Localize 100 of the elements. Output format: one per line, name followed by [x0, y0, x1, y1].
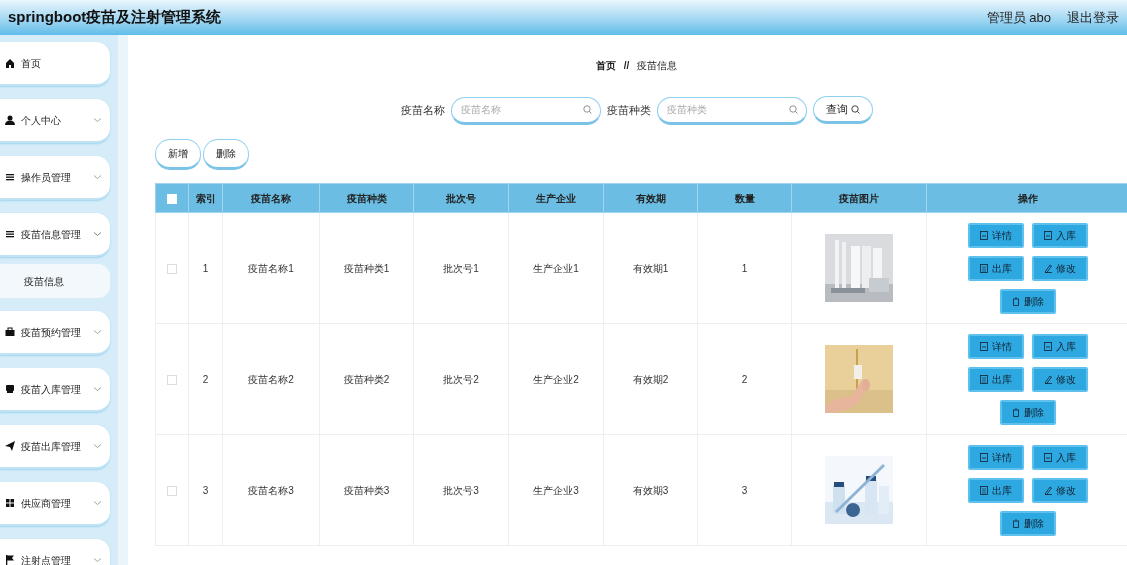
user-label: 管理员 abo — [986, 8, 1051, 27]
document-icon — [979, 230, 988, 240]
column-header: 有效期 — [603, 183, 698, 213]
column-header: 疫苗名称 — [222, 183, 320, 213]
trash-icon — [1011, 296, 1020, 306]
document-icon — [979, 374, 988, 384]
select-all-checkbox[interactable] — [167, 193, 177, 204]
action-button[interactable]: 入库 — [1031, 333, 1088, 359]
table-cell: 有效期2 — [632, 373, 669, 385]
field-label: 疫苗种类 — [606, 102, 651, 118]
toolbar-button[interactable]: 新增 — [155, 138, 201, 170]
table-cell: 批次号3 — [443, 484, 479, 496]
table-cell: 生产企业2 — [533, 373, 579, 385]
action-button[interactable]: 修改 — [1031, 477, 1088, 503]
action-button[interactable]: 删除 — [999, 399, 1056, 425]
search-icon — [850, 104, 860, 114]
row-checkbox[interactable] — [167, 485, 177, 496]
table-cell: 有效期1 — [632, 262, 669, 274]
menu-item[interactable]: 操作员管理 — [0, 156, 110, 200]
chevron-down-icon — [93, 174, 102, 180]
flag-icon — [5, 555, 15, 565]
action-button[interactable]: 出库 — [967, 255, 1024, 281]
action-button[interactable]: 修改 — [1031, 255, 1088, 281]
toolbar-button[interactable]: 删除 — [203, 138, 249, 170]
person-icon — [5, 115, 15, 125]
table-cell: 3 — [741, 484, 748, 496]
chevron-down-icon — [93, 386, 102, 392]
column-header: 操作 — [926, 183, 1127, 213]
table-cell: 批次号2 — [443, 373, 479, 385]
table-cell: 疫苗名称1 — [248, 262, 294, 274]
action-button[interactable]: 出库 — [967, 366, 1024, 392]
table-cell: 生产企业3 — [533, 484, 579, 496]
menu-icon — [5, 229, 15, 239]
chevron-down-icon — [93, 117, 102, 123]
column-header: 批次号 — [413, 183, 509, 213]
pencil-icon — [1043, 263, 1052, 273]
query-button[interactable]: 查询 — [812, 96, 873, 124]
table-cell: 疫苗种类3 — [343, 484, 390, 496]
menu-item[interactable]: 注射点管理 — [0, 539, 110, 565]
column-header: 生产企业 — [508, 183, 604, 213]
table-cell: 疫苗种类2 — [343, 373, 390, 385]
menu-item[interactable]: 个人中心 — [0, 99, 110, 143]
menu-item[interactable]: 供应商管理 — [0, 482, 110, 526]
action-button[interactable]: 修改 — [1031, 366, 1088, 392]
table-cell: 2 — [741, 373, 748, 385]
column-header: 索引 — [188, 183, 223, 213]
chevron-down-icon — [93, 443, 102, 449]
row-checkbox[interactable] — [167, 374, 177, 385]
search-field[interactable]: 疫苗种类 — [656, 96, 807, 125]
menu-item[interactable]: 疫苗信息管理 — [0, 213, 110, 257]
table-cell: 2 — [202, 373, 209, 385]
column-header: 数量 — [697, 183, 792, 213]
grid-icon — [5, 498, 15, 508]
menu-item[interactable]: 疫苗出库管理 — [0, 425, 110, 469]
briefcase-icon — [5, 327, 15, 337]
table-cell: 有效期3 — [632, 484, 669, 496]
table-cell: 生产企业1 — [533, 262, 579, 274]
chevron-down-icon — [93, 500, 102, 506]
submenu-item[interactable]: 疫苗信息 — [0, 264, 110, 298]
app-title: springboot疫苗及注射管理系统 — [8, 7, 222, 28]
search-icon — [582, 105, 592, 114]
column-header: 疫苗图片 — [791, 183, 927, 213]
breadcrumb-separator: // — [623, 58, 630, 73]
search-field[interactable]: 疫苗名称 — [450, 96, 601, 125]
row-checkbox[interactable] — [167, 263, 177, 274]
logout-link[interactable]: 退出登录 — [1067, 7, 1119, 28]
action-button[interactable]: 详情 — [967, 444, 1024, 470]
action-button[interactable]: 入库 — [1031, 222, 1088, 248]
column-header: 疫苗种类 — [319, 183, 414, 213]
chevron-down-icon — [93, 329, 102, 335]
menu-item[interactable]: 首页 — [0, 42, 110, 86]
action-button[interactable]: 出库 — [967, 477, 1024, 503]
menu-item[interactable]: 疫苗入库管理 — [0, 368, 110, 412]
menu-item[interactable]: 疫苗预约管理 — [0, 311, 110, 355]
table-cell: 1 — [741, 262, 748, 274]
table-cell: 疫苗名称2 — [248, 373, 294, 385]
table-cell: 疫苗名称3 — [248, 484, 294, 496]
chevron-down-icon — [93, 557, 102, 563]
field-label: 疫苗名称 — [400, 102, 445, 118]
action-button[interactable]: 详情 — [967, 333, 1024, 359]
trash-icon — [1011, 407, 1020, 417]
breadcrumb-link[interactable]: 疫苗信息 — [637, 57, 678, 73]
document-icon — [979, 452, 988, 462]
table-cell: 1 — [202, 262, 209, 274]
paper-plane-icon — [5, 441, 15, 451]
document-icon — [1043, 452, 1052, 462]
home-icon — [5, 58, 15, 68]
breadcrumb-link[interactable]: 首页 — [595, 57, 616, 73]
search-icon — [788, 105, 798, 114]
pencil-icon — [1043, 374, 1052, 384]
document-icon — [979, 341, 988, 351]
table-cell: 3 — [202, 484, 209, 496]
pencil-icon — [1043, 485, 1052, 495]
document-icon — [979, 263, 988, 273]
action-button[interactable]: 删除 — [999, 510, 1056, 536]
action-button[interactable]: 入库 — [1031, 444, 1088, 470]
trash-icon — [1011, 518, 1020, 528]
table-cell: 疫苗种类1 — [343, 262, 390, 274]
action-button[interactable]: 详情 — [967, 222, 1024, 248]
action-button[interactable]: 删除 — [999, 288, 1056, 314]
